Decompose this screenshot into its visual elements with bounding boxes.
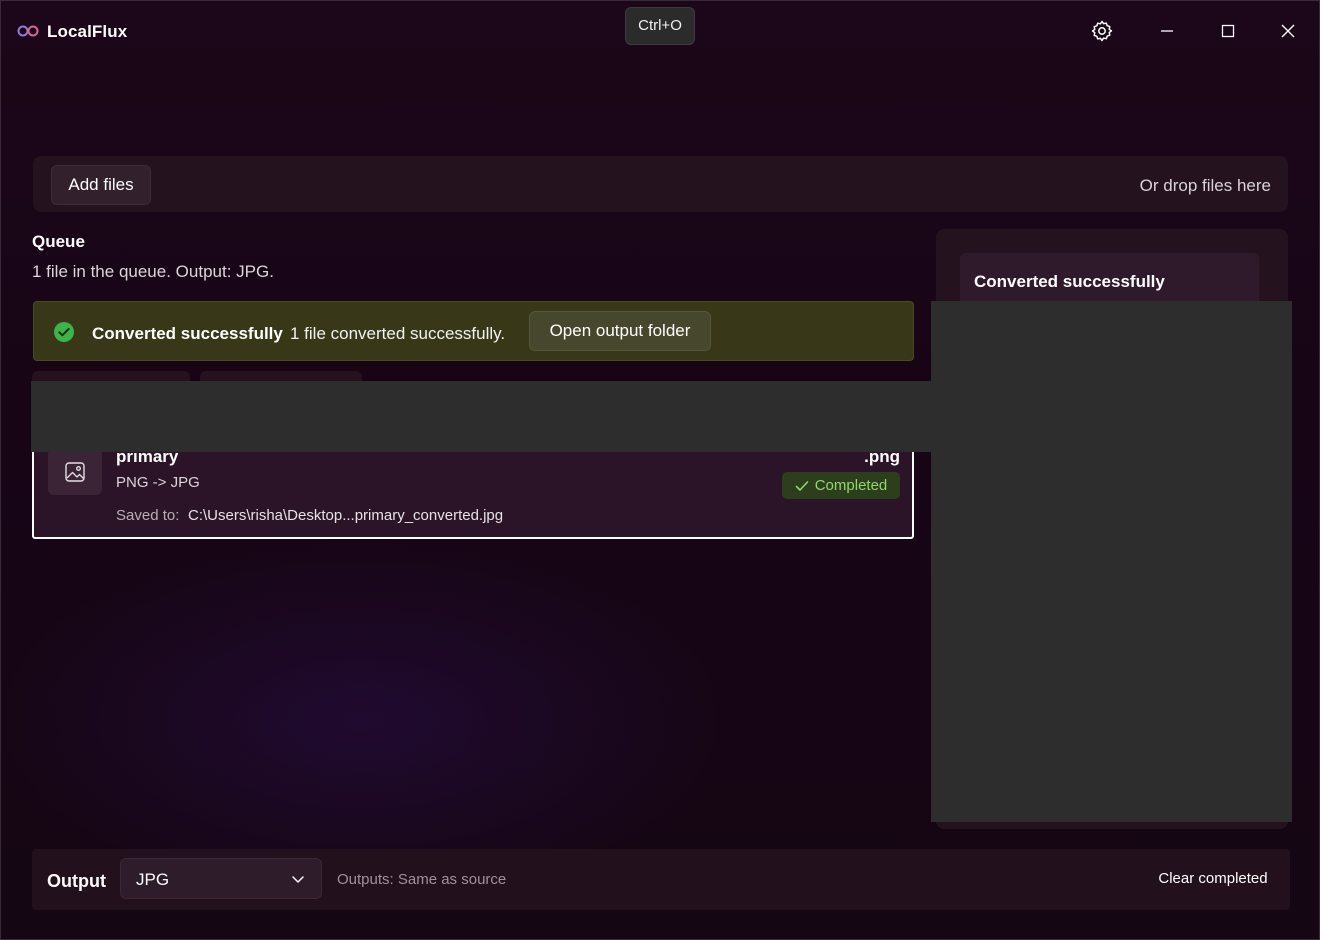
output-label: Output	[47, 871, 106, 891]
close-icon	[1281, 24, 1295, 38]
queue-item[interactable]: primary PNG -> JPG .png Completed Saved …	[32, 441, 914, 539]
add-files-button[interactable]: Add files	[51, 165, 151, 205]
shortcut-tooltip: Ctrl+O	[625, 7, 695, 45]
occlusion-overlay	[31, 381, 931, 452]
app-window: LocalFlux Ctrl+O Add files Or drop files…	[0, 0, 1320, 940]
success-infobar: Converted successfully 1 file converted …	[33, 301, 914, 361]
settings-button[interactable]	[1086, 15, 1118, 47]
close-button[interactable]	[1272, 15, 1304, 47]
chevron-down-icon	[292, 876, 304, 883]
drop-zone[interactable]: Add files Or drop files here	[33, 156, 1288, 212]
infobar-message: 1 file converted successfully.	[290, 324, 506, 343]
status-badge: Completed	[782, 472, 900, 499]
queue-title: Queue	[32, 232, 85, 251]
saved-to-label: Saved to:	[116, 507, 180, 524]
image-icon	[65, 462, 85, 482]
saved-path: C:\Users\risha\Desktop...primary_convert…	[188, 507, 504, 524]
file-thumbnail	[48, 449, 102, 495]
format-value: JPG	[136, 870, 170, 889]
outputs-hint: Outputs: Same as source	[337, 871, 507, 888]
clear-completed-button[interactable]: Clear completed	[1148, 859, 1278, 899]
maximize-icon	[1221, 24, 1235, 38]
app-title: LocalFlux	[47, 22, 128, 41]
occlusion-overlay	[931, 301, 1292, 822]
minimize-icon	[1161, 30, 1173, 32]
summary-card-title: Converted successfully	[974, 272, 1165, 291]
drop-hint: Or drop files here	[1139, 176, 1271, 195]
infobar-title: Converted successfully	[92, 324, 283, 343]
gear-icon	[1091, 20, 1113, 42]
infinity-logo-icon	[17, 25, 39, 37]
open-output-folder-button[interactable]: Open output folder	[529, 311, 711, 351]
checkmark-icon	[795, 480, 809, 491]
queue-subtitle: 1 file in the queue. Output: JPG.	[32, 262, 274, 281]
maximize-button[interactable]	[1212, 15, 1244, 47]
conversion-label: PNG -> JPG	[116, 474, 200, 491]
status-label: Completed	[814, 477, 888, 494]
minimize-button[interactable]	[1151, 15, 1183, 47]
output-format-select[interactable]: JPG	[120, 858, 322, 899]
output-bar: Output JPG Outputs: Same as source Clear…	[32, 849, 1290, 910]
check-circle-icon	[54, 322, 74, 342]
title-bar: LocalFlux Ctrl+O	[1, 1, 1319, 63]
